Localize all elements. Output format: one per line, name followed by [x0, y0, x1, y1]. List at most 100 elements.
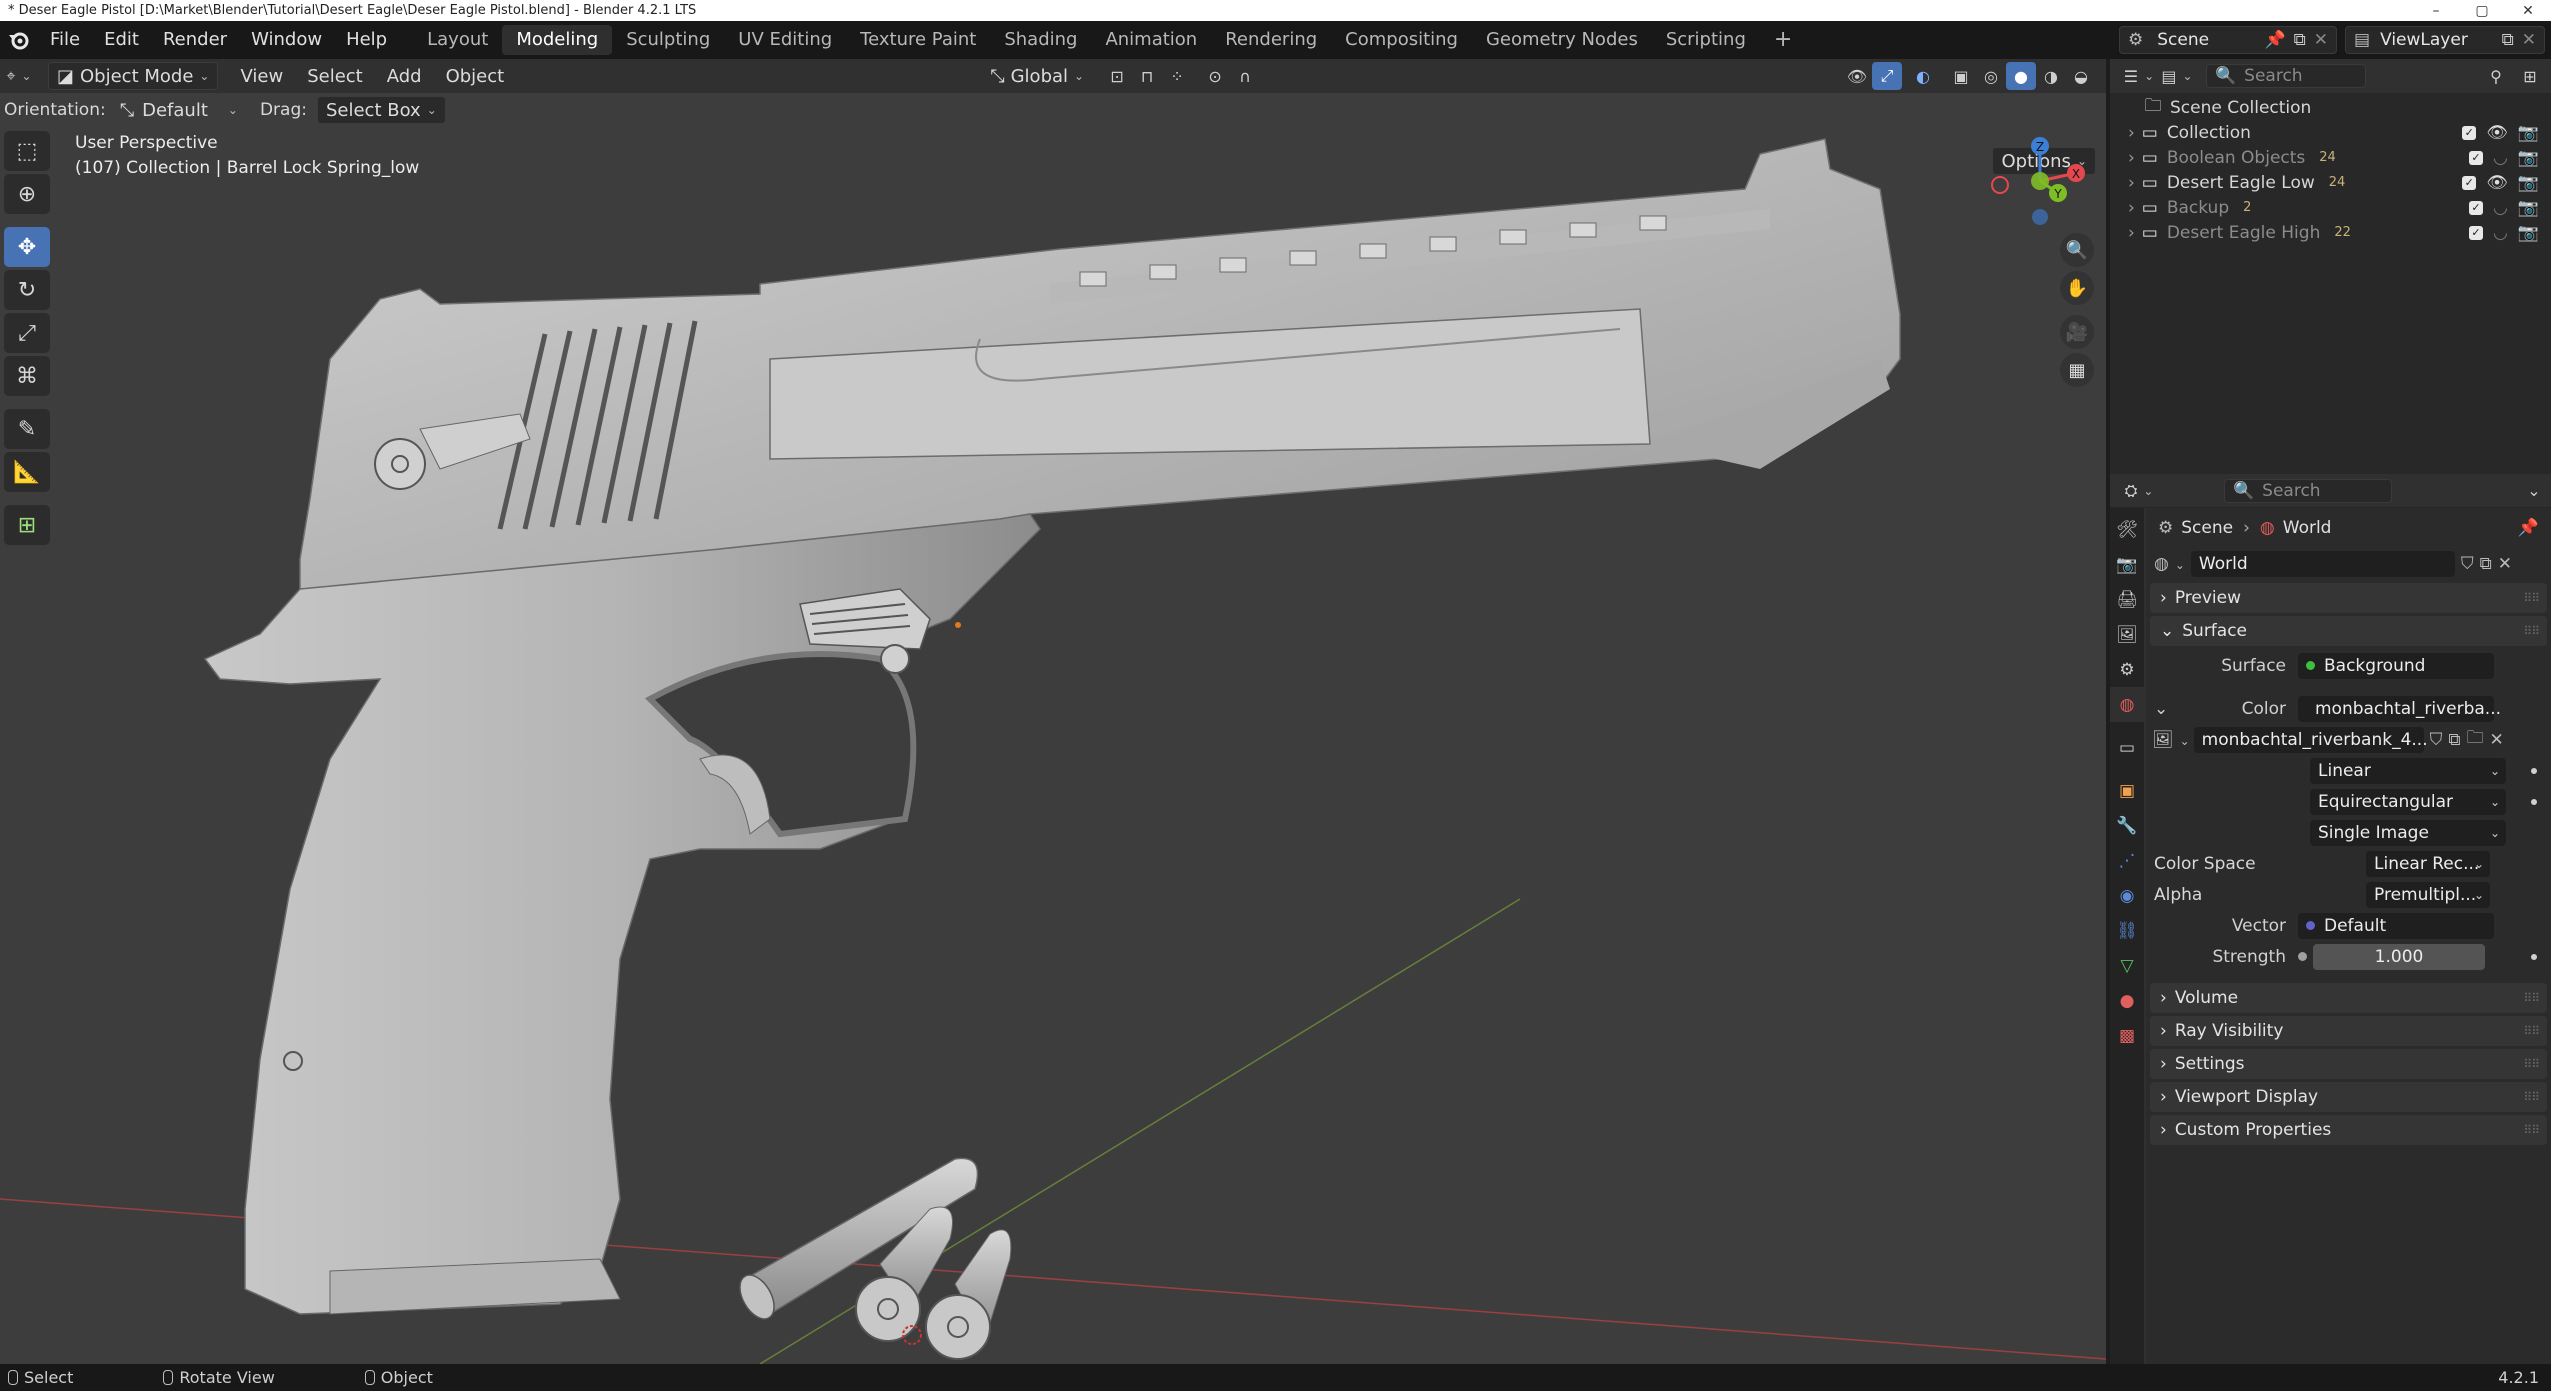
view-layer-tab-icon[interactable]: 🖼 — [2110, 617, 2144, 652]
menu-select[interactable]: Select — [295, 66, 375, 87]
mode-selector[interactable]: ◪ Object Mode ⌄ — [48, 62, 219, 90]
fake-user-icon[interactable]: ⛉ — [2430, 730, 2443, 750]
outliner-item[interactable]: › ▭ Backup 2 ✓ ◡ 📷 — [2110, 195, 2551, 220]
overlay-toggle-icon[interactable]: ◐ — [1908, 62, 1938, 90]
workspace-tab-texture-paint[interactable]: Texture Paint — [846, 25, 990, 55]
surface-shader-field[interactable]: Background — [2298, 652, 2494, 679]
exclude-checkbox[interactable]: ✓ — [2468, 225, 2483, 240]
image-name-field[interactable]: monbachtal_riverbank_4... — [2193, 726, 2428, 753]
material-shading-icon[interactable]: ◑ — [2036, 62, 2066, 90]
new-view-layer-icon[interactable]: ⧉ — [2502, 30, 2514, 50]
chevron-down-icon[interactable]: ⌄ — [2154, 699, 2168, 719]
add-workspace-button[interactable]: + — [1760, 25, 1806, 55]
volume-panel-header[interactable]: › Volume ⠿⠿ — [2150, 983, 2547, 1013]
output-tab-icon[interactable]: 🖨 — [2110, 582, 2144, 617]
drag-selector[interactable]: Select Box ⌄ — [316, 96, 446, 124]
eye-icon[interactable]: 👁 — [2486, 123, 2508, 143]
preview-panel-header[interactable]: › Preview ⠿⠿ — [2150, 583, 2547, 613]
outliner-search-input[interactable]: 🔍 Search — [2206, 64, 2366, 88]
workspace-tab-layout[interactable]: Layout — [413, 25, 502, 55]
blender-logo-icon[interactable] — [6, 27, 32, 53]
delete-scene-icon[interactable]: ✕ — [2314, 30, 2328, 50]
menu-edit[interactable]: Edit — [92, 25, 151, 55]
scene-tab-icon[interactable]: ⚙ — [2110, 652, 2144, 687]
viewport-display-panel-header[interactable]: › Viewport Display ⠿⠿ — [2150, 1082, 2547, 1112]
pivot-point-icon[interactable]: ⊡ — [1102, 62, 1132, 90]
falloff-icon[interactable]: ∩ — [1230, 62, 1260, 90]
physics-tab-icon[interactable]: ◉ — [2110, 878, 2144, 913]
workspace-tab-rendering[interactable]: Rendering — [1211, 25, 1331, 55]
snap-target-icon[interactable]: ⁘ — [1162, 62, 1192, 90]
vector-input-field[interactable]: Default — [2298, 912, 2494, 939]
exclude-checkbox[interactable]: ✓ — [2468, 200, 2483, 215]
outliner-item[interactable]: › ▭ Boolean Objects 24 ✓ ◡ 📷 — [2110, 145, 2551, 170]
exclude-checkbox[interactable]: ✓ — [2462, 125, 2477, 140]
eye-icon[interactable]: 👁 — [2486, 173, 2508, 193]
outliner-item[interactable]: › ▭ Desert Eagle High 22 ✓ ◡ 📷 — [2110, 220, 2551, 245]
collection-tab-icon[interactable]: ▭ — [2110, 730, 2144, 765]
menu-add[interactable]: Add — [375, 66, 434, 87]
pan-view-icon[interactable]: ✋ — [2060, 271, 2094, 305]
workspace-tab-shading[interactable]: Shading — [990, 25, 1091, 55]
drag-handle-icon[interactable]: ⠿⠿ — [2523, 1024, 2540, 1038]
keyframe-dot[interactable] — [2531, 798, 2537, 805]
cartridges-model[interactable] — [733, 1157, 1012, 1360]
drag-handle-icon[interactable]: ⠿⠿ — [2523, 591, 2540, 605]
alpha-dropdown[interactable]: Premultipl... ⌄ — [2366, 881, 2490, 908]
cursor-tool-icon[interactable]: ⊕ — [4, 174, 50, 214]
transform-tool-icon[interactable]: ⌘ — [4, 356, 50, 396]
modifier-tab-icon[interactable]: 🔧 — [2110, 808, 2144, 843]
new-image-icon[interactable]: ⧉ — [2448, 730, 2460, 750]
proportional-edit-icon[interactable]: ⊙ — [1200, 62, 1230, 90]
viewport-scene[interactable] — [0, 59, 2106, 1364]
menu-view[interactable]: View — [228, 66, 295, 87]
maximize-button[interactable]: ▢ — [2459, 3, 2505, 19]
eye-icon[interactable]: ◡ — [2493, 148, 2508, 168]
tool-tab-icon[interactable]: 🛠 — [2110, 512, 2144, 547]
workspace-tab-scripting[interactable]: Scripting — [1652, 25, 1760, 55]
drag-handle-icon[interactable]: ⠿⠿ — [2523, 991, 2540, 1005]
open-image-icon[interactable]: 🗀 — [2467, 725, 2484, 754]
zoom-view-icon[interactable]: 🔍 — [2060, 233, 2094, 267]
exclude-checkbox[interactable]: ✓ — [2468, 150, 2483, 165]
display-mode-icon[interactable]: ▤ ⌄ — [2161, 62, 2192, 90]
surface-panel-header[interactable]: ⌄ Surface ⠿⠿ — [2150, 616, 2547, 646]
breadcrumb-scene[interactable]: Scene — [2181, 518, 2233, 538]
move-tool-icon[interactable]: ✥ — [4, 227, 50, 267]
new-world-icon[interactable]: ⧉ — [2480, 554, 2492, 574]
constraints-tab-icon[interactable]: ⛓ — [2110, 913, 2144, 948]
pistol-model[interactable] — [203, 138, 1901, 1315]
snap-icon[interactable]: ⊓ — [1132, 62, 1162, 90]
camera-icon[interactable]: 📷 — [2518, 123, 2539, 143]
properties-options-icon[interactable]: ⌄ — [2519, 477, 2549, 505]
world-tab-icon[interactable]: ◍ — [2110, 687, 2144, 722]
breadcrumb-world[interactable]: World — [2283, 518, 2332, 538]
filter-icon[interactable]: ⚲ — [2481, 62, 2511, 90]
texture-tab-icon[interactable]: ▩ — [2110, 1018, 2144, 1053]
unlink-image-icon[interactable]: ✕ — [2490, 730, 2504, 750]
properties-editor-type-icon[interactable]: ⛭ ⌄ — [2124, 477, 2154, 505]
unlink-world-icon[interactable]: ✕ — [2498, 554, 2512, 574]
expand-chevron-icon[interactable]: › — [2128, 148, 2135, 168]
navigation-gizmo[interactable]: Z Y X 🔍 ✋ — [1988, 129, 2098, 309]
select-box-tool-icon[interactable]: ⬚ — [4, 131, 50, 171]
material-tab-icon[interactable]: ● — [2110, 983, 2144, 1018]
rendered-shading-icon[interactable]: ◒ — [2066, 62, 2096, 90]
color-input-field[interactable]: monbachtal_riverba... — [2298, 695, 2501, 722]
workspace-tab-modeling[interactable]: Modeling — [502, 25, 613, 55]
fake-user-icon[interactable]: ⛉ — [2461, 554, 2474, 574]
camera-icon[interactable]: 📷 — [2518, 148, 2539, 168]
workspace-tab-sculpting[interactable]: Sculpting — [612, 25, 724, 55]
annotate-tool-icon[interactable]: ✎ — [4, 409, 50, 449]
measure-tool-icon[interactable]: 📐 — [4, 452, 50, 492]
orientation-selector[interactable]: ⤡ Default ⌄ — [112, 96, 246, 124]
outliner-editor-type-icon[interactable]: ☰ ⌄ — [2124, 62, 2154, 90]
solid-shading-icon[interactable]: ● — [2006, 62, 2036, 90]
ortho-toggle-icon[interactable]: ▦ — [2060, 353, 2094, 387]
visibility-icon[interactable]: 👁 — [1842, 62, 1872, 90]
particles-tab-icon[interactable]: ⋰ — [2110, 843, 2144, 878]
menu-help[interactable]: Help — [334, 25, 399, 55]
exclude-checkbox[interactable]: ✓ — [2462, 175, 2477, 190]
camera-icon[interactable]: 📷 — [2518, 223, 2539, 243]
source-dropdown[interactable]: Single Image ⌄ — [2310, 819, 2506, 846]
